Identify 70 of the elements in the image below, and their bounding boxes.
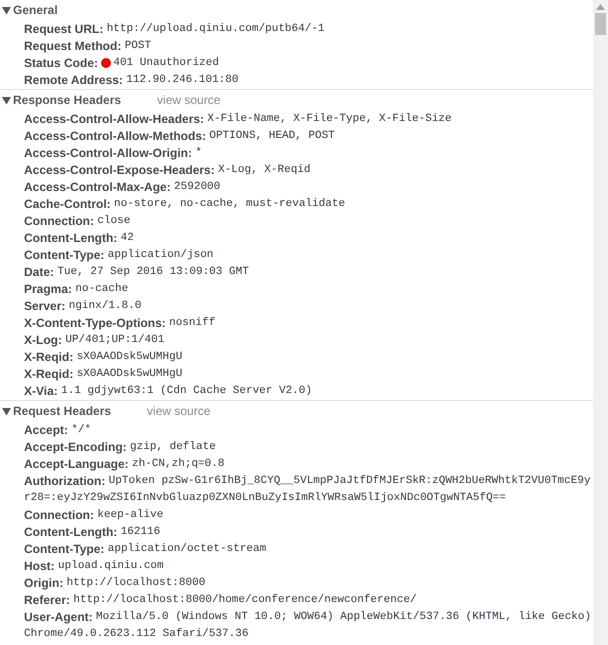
section-title[interactable]: Request Headers bbox=[13, 403, 112, 420]
header-name: Referer: bbox=[24, 593, 70, 607]
header-name: Server: bbox=[24, 299, 66, 313]
header-value: OPTIONS, HEAD, POST bbox=[209, 130, 335, 142]
header-name: Host: bbox=[24, 559, 55, 573]
section-title[interactable]: Response Headers bbox=[13, 92, 122, 109]
header-value: Tue, 27 Sep 2016 13:09:03 GMT bbox=[57, 266, 249, 278]
header-value: upload.qiniu.com bbox=[58, 560, 164, 572]
header-value: POST bbox=[124, 40, 152, 52]
header-value: nosniff bbox=[169, 317, 216, 329]
header-name: Date: bbox=[24, 265, 54, 279]
header-value: no-store, no-cache, must-revalidate bbox=[114, 198, 346, 210]
header-value: 2592000 bbox=[174, 181, 220, 193]
header-name: Content-Length: bbox=[24, 525, 118, 539]
header-value: nginx/1.8.0 bbox=[68, 300, 142, 312]
header-name: Access-Control-Expose-Headers: bbox=[24, 163, 215, 177]
header-value: 401 Unauthorized bbox=[113, 57, 219, 69]
header-name: Remote Address: bbox=[24, 73, 123, 87]
header-name: X-Via: bbox=[24, 384, 58, 398]
header-value: 42 bbox=[120, 232, 134, 244]
collapse-triangle-icon[interactable] bbox=[2, 96, 11, 105]
header-value: X-File-Name, X-File-Type, X-File-Size bbox=[207, 113, 452, 125]
header-name: Accept-Language: bbox=[24, 457, 129, 471]
header-value: http://upload.qiniu.com/putb64/-1 bbox=[106, 23, 325, 35]
header-name: Request URL: bbox=[24, 22, 104, 36]
header-name: Content-Type: bbox=[24, 248, 104, 262]
scrollbar[interactable] bbox=[593, 0, 608, 645]
header-name: Accept: bbox=[24, 423, 68, 437]
header-value: http://localhost:8000/home/conference/newconference/ bbox=[73, 594, 417, 606]
collapse-triangle-icon[interactable] bbox=[2, 6, 11, 15]
status-dot-icon bbox=[101, 58, 112, 68]
header-name: Connection: bbox=[24, 508, 94, 522]
header-value: 162116 bbox=[120, 526, 160, 538]
header-value: 112.90.246.101:80 bbox=[126, 74, 238, 86]
scrollbar-thumb[interactable] bbox=[595, 13, 606, 35]
header-name: Access-Control-Allow-Methods: bbox=[24, 129, 206, 143]
header-name: Access-Control-Max-Age: bbox=[24, 180, 171, 194]
header-name: Status Code: bbox=[24, 56, 98, 70]
header-value: sX0AAODsk5wUMHgU bbox=[76, 351, 182, 363]
collapse-triangle-icon[interactable] bbox=[2, 407, 11, 416]
header-name: Access-Control-Allow-Headers: bbox=[24, 112, 204, 126]
header-value: application/octet-stream bbox=[108, 543, 266, 555]
header-name: Content-Length: bbox=[24, 231, 118, 245]
header-name: X-Reqid: bbox=[24, 367, 74, 381]
header-value: http://localhost:8000 bbox=[66, 577, 206, 589]
header-value: sX0AAODsk5wUMHgU bbox=[76, 368, 182, 380]
header-name: Accept-Encoding: bbox=[24, 440, 127, 454]
header-name: Access-Control-Allow-Origin: bbox=[24, 146, 192, 160]
header-value: 1.1 gdjywt63:1 (Cdn Cache Server V2.0) bbox=[61, 385, 312, 397]
header-name: Cache-Control: bbox=[24, 197, 111, 211]
header-name: X-Content-Type-Options: bbox=[24, 316, 166, 330]
header-value: close bbox=[97, 215, 130, 227]
header-name: Pragma: bbox=[24, 282, 72, 296]
header-entry: User-Agent: Mozilla/5.0 (Windows NT 10.0; WOW64) AppleWebKit/537.36 (KHTML, like Gecko) Chrome/49.0.2623.112 Safari/537.36 bbox=[23, 609, 592, 642]
header-value: zh-CN,zh;q=0.8 bbox=[132, 458, 224, 470]
header-value: UP/401;UP:1/401 bbox=[65, 334, 164, 346]
header-name: Request Method: bbox=[24, 39, 122, 53]
header-value: * bbox=[195, 147, 202, 159]
header-name: X-Log: bbox=[24, 333, 62, 347]
header-value: */* bbox=[71, 424, 92, 436]
header-name: Connection: bbox=[24, 214, 94, 228]
header-value: gzip, deflate bbox=[130, 441, 216, 453]
header-value: application/json bbox=[108, 249, 214, 261]
header-value: keep-alive bbox=[97, 509, 164, 521]
header-name: Origin: bbox=[24, 576, 64, 590]
header-name: X-Reqid: bbox=[24, 350, 74, 364]
section-title[interactable]: General bbox=[13, 2, 58, 19]
header-value: X-Log, X-Reqid bbox=[218, 164, 310, 176]
header-name: Content-Type: bbox=[24, 542, 104, 556]
header-value: no-cache bbox=[75, 283, 128, 295]
